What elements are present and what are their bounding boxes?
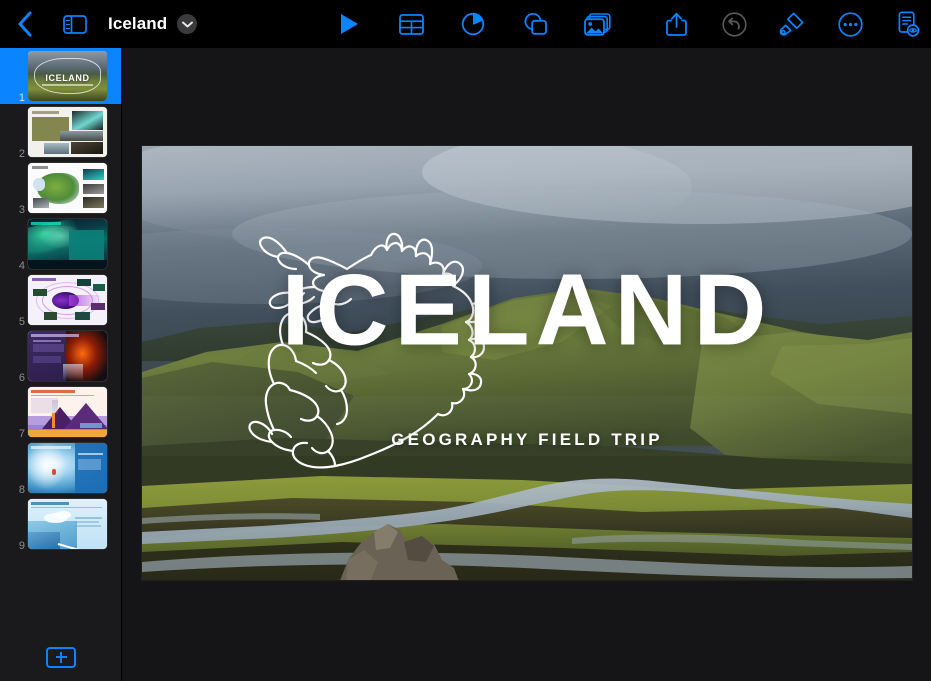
add-slide-button[interactable] bbox=[46, 646, 76, 668]
chevron-down-icon[interactable] bbox=[177, 14, 198, 34]
toolbar-right-group bbox=[659, 0, 925, 48]
more-button[interactable] bbox=[833, 7, 867, 41]
undo-button[interactable] bbox=[717, 7, 751, 41]
slide-thumbnail-5[interactable]: 5 bbox=[0, 272, 121, 328]
format-button[interactable] bbox=[775, 7, 809, 41]
slide-number-label: 4 bbox=[18, 260, 25, 272]
slide-number-label: 1 bbox=[18, 92, 25, 104]
insert-media-button[interactable] bbox=[580, 7, 614, 41]
slide-title-text[interactable]: ICELAND bbox=[142, 260, 912, 361]
slide-number-label: 3 bbox=[18, 204, 25, 216]
slide-number-label: 5 bbox=[18, 316, 25, 328]
slide-thumbnail-image[interactable] bbox=[28, 331, 107, 381]
slide-thumbnail-image[interactable] bbox=[28, 387, 107, 437]
slide-thumbnail-6[interactable]: 6 bbox=[0, 328, 121, 384]
play-button[interactable] bbox=[332, 7, 366, 41]
slide-number-label: 9 bbox=[18, 540, 25, 552]
slide-canvas-area[interactable]: ICELAND GEOGRAPHY FIELD TRIP bbox=[123, 48, 931, 681]
back-button[interactable] bbox=[8, 7, 42, 41]
slide-thumbnail-3[interactable]: 3 bbox=[0, 160, 121, 216]
slide-number-label: 8 bbox=[18, 484, 25, 496]
slide-thumbnail-9[interactable]: 9 bbox=[0, 496, 121, 552]
toolbar-left-group: Iceland bbox=[0, 7, 198, 41]
insert-chart-button[interactable] bbox=[456, 7, 490, 41]
insert-shape-button[interactable] bbox=[518, 7, 552, 41]
slide-thumbnail-8[interactable]: 8 bbox=[0, 440, 121, 496]
slide-thumbnail-image[interactable]: ICELAND bbox=[28, 51, 107, 101]
slide-thumbnail-image[interactable] bbox=[28, 275, 107, 325]
toolbar-insert-group bbox=[332, 0, 614, 48]
add-slide-footer bbox=[0, 633, 121, 681]
sidebar-toggle-icon[interactable] bbox=[58, 7, 92, 41]
current-slide[interactable]: ICELAND GEOGRAPHY FIELD TRIP bbox=[142, 146, 912, 580]
slide-navigator-sidebar[interactable]: 1 ICELAND 2 3 4 5 6 7 8 9 bbox=[0, 48, 122, 681]
slide-thumbnail-4[interactable]: 4 bbox=[0, 216, 121, 272]
slide-thumbnail-list[interactable]: 1 ICELAND 2 3 4 5 6 7 8 9 bbox=[0, 48, 121, 633]
slide-number-label: 2 bbox=[18, 148, 25, 160]
keynote-window: Iceland 1 ICELAND 2 3 4 5 6 7 8 9 ICELAN… bbox=[0, 0, 931, 681]
insert-table-button[interactable] bbox=[394, 7, 428, 41]
slide-thumbnail-7[interactable]: 7 bbox=[0, 384, 121, 440]
slide-thumbnail-2[interactable]: 2 bbox=[0, 104, 121, 160]
top-toolbar: Iceland bbox=[0, 0, 931, 48]
slide-subtitle-text[interactable]: GEOGRAPHY FIELD TRIP bbox=[142, 430, 912, 450]
slide-thumbnail-image[interactable] bbox=[28, 499, 107, 549]
presenter-notes-button[interactable] bbox=[891, 7, 925, 41]
share-button[interactable] bbox=[659, 7, 693, 41]
slide-thumbnail-image[interactable] bbox=[28, 107, 107, 157]
slide-thumbnail-image[interactable] bbox=[28, 163, 107, 213]
document-title: Iceland bbox=[108, 14, 168, 33]
slide-number-label: 7 bbox=[18, 428, 25, 440]
slide-thumbnail-image[interactable] bbox=[28, 219, 107, 269]
slide-number-label: 6 bbox=[18, 372, 25, 384]
slide-thumbnail-1[interactable]: 1 ICELAND bbox=[0, 48, 121, 104]
slide-thumbnail-image[interactable] bbox=[28, 443, 107, 493]
